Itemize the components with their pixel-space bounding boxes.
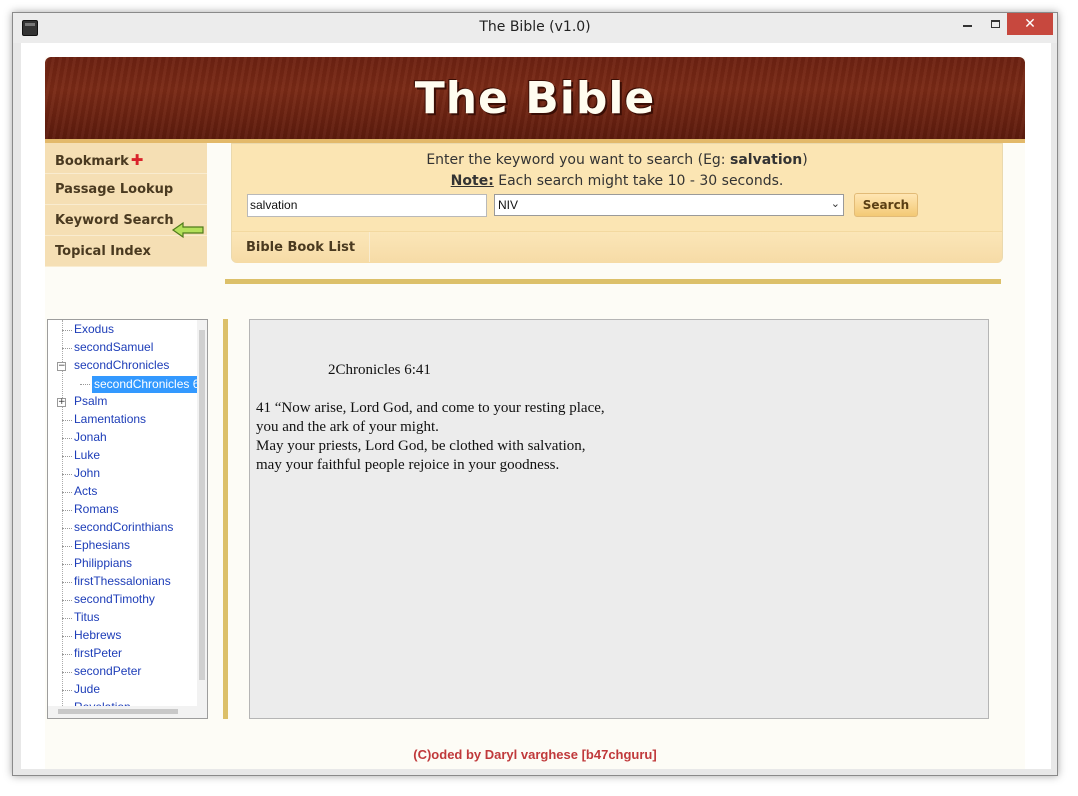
tree-connector — [62, 456, 72, 457]
window-title: The Bible (v1.0) — [479, 19, 591, 35]
tree-item-firstpeter[interactable]: firstPeter — [74, 646, 122, 664]
tree-connector — [62, 690, 72, 691]
nav-item-passage-lookup[interactable]: Passage Lookup — [45, 174, 207, 205]
side-nav: Bookmark ✚ Passage Lookup Keyword Search … — [45, 143, 207, 267]
tree-item-exodus[interactable]: Exodus — [74, 322, 114, 340]
nav-item-label: Bookmark — [55, 154, 129, 169]
client-area: The Bible Bookmark ✚ Passage Lookup Keywo… — [21, 43, 1051, 769]
tree-connector — [62, 330, 72, 331]
tree-connector — [62, 492, 72, 493]
verse-reference: 2Chronicles 6:41 — [328, 362, 431, 378]
tree-connector — [62, 654, 72, 655]
tree-connector — [62, 546, 72, 547]
scrollbar-thumb[interactable] — [58, 709, 178, 714]
tree-connector — [62, 510, 72, 511]
tree-item-jude[interactable]: Jude — [74, 682, 100, 700]
plus-icon: ✚ — [130, 151, 144, 169]
version-select[interactable]: NIV ⌄ — [494, 194, 844, 216]
verse-line: you and the ark of your might. — [256, 419, 439, 435]
close-icon: ✕ — [1024, 16, 1036, 32]
maximize-button[interactable] — [983, 13, 1007, 35]
vertical-divider — [223, 319, 228, 719]
nav-item-bookmark[interactable]: Bookmark ✚ — [45, 143, 207, 174]
collapse-icon[interactable]: − — [57, 362, 66, 371]
tree-item-titus[interactable]: Titus — [74, 610, 100, 628]
chevron-down-icon: ⌄ — [830, 198, 840, 210]
tree-item-firstthessalonians[interactable]: firstThessalonians — [74, 574, 171, 592]
tree-connector — [62, 672, 72, 673]
note-text: Each search might take 10 - 30 seconds. — [493, 173, 784, 189]
tree-connector — [80, 384, 90, 385]
verse-line: 41 “Now arise, Lord God, and come to you… — [256, 400, 605, 416]
search-hint-example: salvation — [729, 152, 803, 168]
book-tree[interactable]: Exodus secondSamuel − secondChronicles s… — [47, 319, 208, 719]
tree-guide-line — [62, 320, 63, 706]
scrollbar-thumb[interactable] — [199, 330, 205, 680]
nav-item-label: Topical Index — [55, 244, 151, 259]
tree-item-selected-verse[interactable]: secondChronicles 6:41 — [92, 376, 202, 393]
tree-item-hebrews[interactable]: Hebrews — [74, 628, 121, 646]
tab-strip: Bible Book List — [232, 231, 1002, 263]
tree-item-philippians[interactable]: Philippians — [74, 556, 132, 574]
expand-icon[interactable]: + — [57, 398, 66, 407]
tree-item-ephesians[interactable]: Ephesians — [74, 538, 130, 556]
tab-bible-book-list[interactable]: Bible Book List — [232, 232, 371, 262]
tree-vertical-scrollbar[interactable] — [197, 320, 207, 706]
tree-connector — [62, 636, 72, 637]
tree-item-psalm[interactable]: Psalm — [74, 394, 107, 412]
app-window: The Bible (v1.0) ✕ The Bible Bookmark ✚ P… — [12, 12, 1058, 776]
tree-item-secondpeter[interactable]: secondPeter — [74, 664, 141, 682]
banner-title: The Bible — [414, 73, 656, 124]
search-button[interactable]: Search — [854, 193, 918, 217]
tree-item-romans[interactable]: Romans — [74, 502, 119, 520]
tree-connector — [62, 348, 72, 349]
nav-item-label: Passage Lookup — [55, 182, 174, 197]
tree-item-lamentations[interactable]: Lamentations — [74, 412, 146, 430]
tree-item-secondchronicles[interactable]: secondChronicles — [74, 358, 169, 376]
title-bar[interactable]: The Bible (v1.0) ✕ — [13, 13, 1057, 43]
search-hint-prefix: Enter the keyword you want to search (Eg… — [426, 152, 730, 168]
minimize-icon — [962, 25, 972, 27]
tree-connector — [62, 474, 72, 475]
tree-item-acts[interactable]: Acts — [74, 484, 97, 502]
nav-item-label: Keyword Search — [55, 213, 174, 228]
tree-connector — [62, 438, 72, 439]
tree-item-secondsamuel[interactable]: secondSamuel — [74, 340, 153, 358]
tree-connector — [62, 618, 72, 619]
keyword-input[interactable]: salvation — [247, 194, 487, 217]
tree-connector — [62, 564, 72, 565]
close-button[interactable]: ✕ — [1007, 13, 1053, 35]
tree-connector — [62, 528, 72, 529]
tree-item-secondcorinthians[interactable]: secondCorinthians — [74, 520, 173, 538]
note-label: Note: — [450, 173, 494, 189]
search-note: Note: Each search might take 10 - 30 sec… — [232, 173, 1002, 189]
minimize-button[interactable] — [955, 13, 979, 35]
version-value: NIV — [498, 198, 519, 212]
verse-line: may your faithful people rejoice in your… — [256, 457, 560, 473]
divider — [225, 279, 1001, 284]
search-hint-suffix: ) — [802, 152, 808, 168]
nav-item-topical-index[interactable]: Topical Index — [45, 236, 207, 267]
tree-item-jonah[interactable]: Jonah — [74, 430, 107, 448]
left-arrow-icon — [171, 221, 204, 239]
footer-credit: (C)oded by Daryl varghese [b47chguru] — [413, 747, 657, 762]
tree-connector — [62, 582, 72, 583]
keyword-search-panel: Enter the keyword you want to search (Eg… — [231, 143, 1003, 263]
page: The Bible Bookmark ✚ Passage Lookup Keywo… — [45, 57, 1025, 769]
tree-connector — [62, 420, 72, 421]
verse-line: May your priests, Lord God, be clothed w… — [256, 438, 586, 454]
tree-item-luke[interactable]: Luke — [74, 448, 100, 466]
tree-item-secondtimothy[interactable]: secondTimothy — [74, 592, 155, 610]
verse-display[interactable]: 2Chronicles 6:41 41 “Now arise, Lord God… — [249, 319, 989, 719]
header-banner: The Bible — [45, 57, 1025, 143]
tree-connector — [62, 600, 72, 601]
search-hint: Enter the keyword you want to search (Eg… — [232, 152, 1002, 168]
tree-horizontal-scrollbar[interactable] — [48, 706, 207, 718]
maximize-icon — [990, 20, 1000, 28]
tree-item-john[interactable]: John — [74, 466, 100, 484]
